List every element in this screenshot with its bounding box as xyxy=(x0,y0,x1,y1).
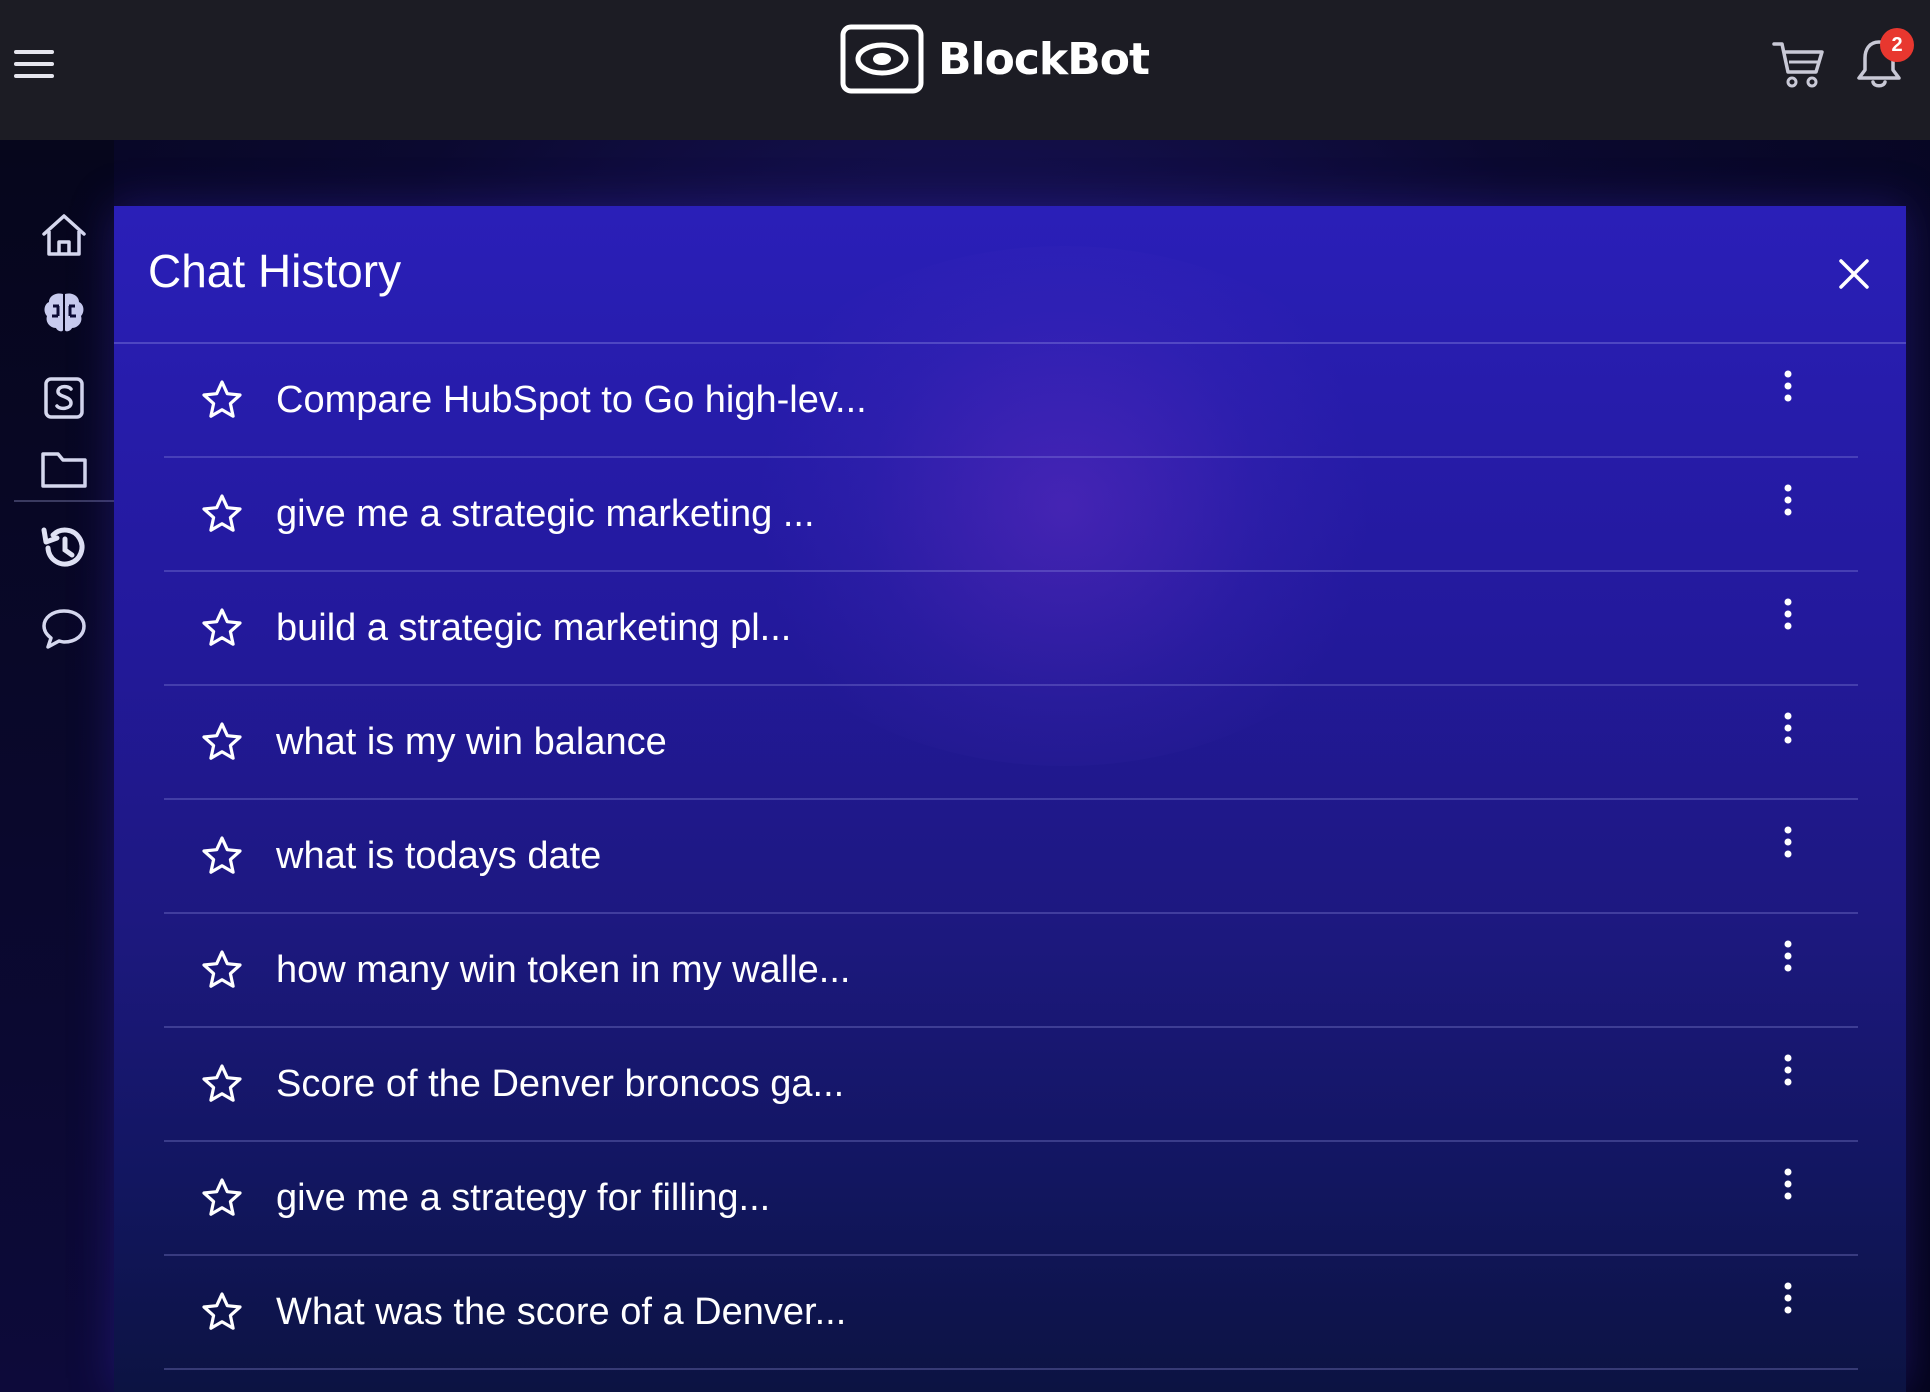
star-icon[interactable] xyxy=(200,948,244,992)
star-icon[interactable] xyxy=(200,492,244,536)
hamburger-menu-icon[interactable] xyxy=(12,44,56,84)
more-options-icon[interactable] xyxy=(1776,1278,1800,1326)
star-icon[interactable] xyxy=(200,1062,244,1106)
chat-item-title: What was the score of a Denver... xyxy=(276,1291,847,1333)
chat-history-item[interactable]: give me a strategic marketing ... xyxy=(164,458,1858,572)
chat-history-item[interactable]: what is todays date xyxy=(164,800,1858,914)
chat-item-title: Score of the Denver broncos ga... xyxy=(276,1063,845,1105)
more-options-icon[interactable] xyxy=(1776,1050,1800,1098)
chat-history-item[interactable]: build a strategic marketing pl... xyxy=(164,572,1858,686)
chat-item-title: how many win token in my walle... xyxy=(276,949,851,991)
robot-eye-logo-icon xyxy=(840,24,924,94)
brain-icon[interactable] xyxy=(38,286,90,338)
left-sidebar xyxy=(0,140,114,1392)
shopping-cart-icon[interactable] xyxy=(1770,38,1826,90)
more-options-icon[interactable] xyxy=(1776,822,1800,870)
brand-name: BlockBot xyxy=(938,33,1150,85)
star-icon[interactable] xyxy=(200,720,244,764)
chat-item-title: build a strategic marketing pl... xyxy=(276,607,792,649)
chat-history-list: Compare HubSpot to Go high-lev... give m… xyxy=(164,344,1858,1370)
panel-title: Chat History xyxy=(148,245,402,297)
history-icon[interactable] xyxy=(38,522,90,574)
chat-history-item[interactable]: how many win token in my walle... xyxy=(164,914,1858,1028)
chat-history-panel: Chat History Compare HubSpot to Go high-… xyxy=(114,206,1906,1392)
star-icon[interactable] xyxy=(200,1290,244,1334)
more-options-icon[interactable] xyxy=(1776,1164,1800,1212)
star-icon[interactable] xyxy=(200,606,244,650)
star-icon[interactable] xyxy=(200,378,244,422)
chat-item-title: what is my win balance xyxy=(276,721,667,763)
more-options-icon[interactable] xyxy=(1776,936,1800,984)
top-bar: BlockBot 2 xyxy=(0,0,1930,140)
chat-item-title: give me a strategy for filling... xyxy=(276,1177,771,1219)
chat-history-item[interactable]: what is my win balance xyxy=(164,686,1858,800)
chat-history-item[interactable]: Compare HubSpot to Go high-lev... xyxy=(164,344,1858,458)
folder-icon[interactable] xyxy=(38,442,90,494)
notification-count-badge: 2 xyxy=(1880,28,1914,62)
close-icon[interactable] xyxy=(1836,256,1872,292)
star-icon[interactable] xyxy=(200,1176,244,1220)
chat-history-item[interactable]: Score of the Denver broncos ga... xyxy=(164,1028,1858,1142)
dollar-icon[interactable] xyxy=(38,372,90,424)
chat-history-item[interactable]: What was the score of a Denver... xyxy=(164,1256,1858,1370)
sidebar-divider xyxy=(14,500,114,502)
star-icon[interactable] xyxy=(200,834,244,878)
more-options-icon[interactable] xyxy=(1776,480,1800,528)
chat-item-title: give me a strategic marketing ... xyxy=(276,493,815,535)
brand-logo[interactable]: BlockBot xyxy=(840,22,1150,96)
chat-history-item[interactable]: give me a strategy for filling... xyxy=(164,1142,1858,1256)
chat-bubble-icon[interactable] xyxy=(38,602,90,654)
chat-item-title: what is todays date xyxy=(276,835,602,877)
chat-item-title: Compare HubSpot to Go high-lev... xyxy=(276,379,867,421)
more-options-icon[interactable] xyxy=(1776,708,1800,756)
home-icon[interactable] xyxy=(38,210,90,262)
more-options-icon[interactable] xyxy=(1776,594,1800,642)
more-options-icon[interactable] xyxy=(1776,366,1800,414)
